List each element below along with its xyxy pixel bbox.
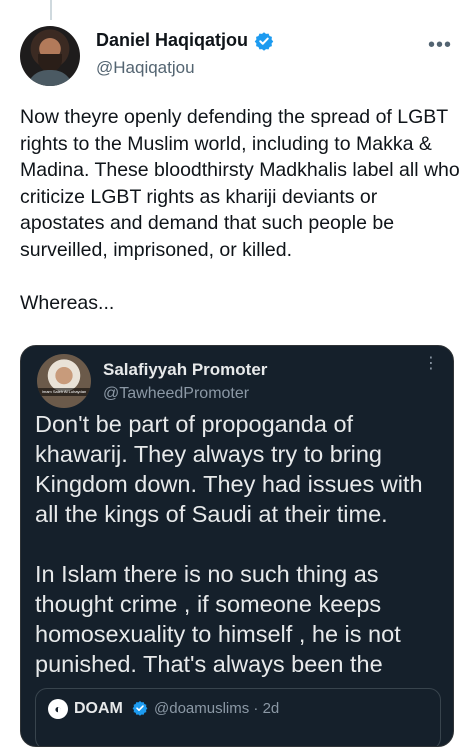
author-name-row: Daniel Haqiqatjou <box>96 30 274 51</box>
quoted-author-name[interactable]: Salafiyyah Promoter <box>103 360 267 380</box>
nested-author-avatar[interactable]: ◐ <box>48 699 68 719</box>
verified-badge-icon <box>254 31 274 51</box>
nested-quoted-tweet[interactable]: ◐ DOAM @doamuslims · 2d <box>35 688 441 746</box>
nested-verified-badge-icon <box>132 701 148 716</box>
author-display-name[interactable]: Daniel Haqiqatjou <box>96 30 248 51</box>
tweet-body-text: Now theyre openly defending the spread o… <box>20 106 460 314</box>
quoted-author-handle[interactable]: @TawheedPromoter <box>103 385 249 403</box>
author-handle[interactable]: @Haqiqatjou <box>96 58 195 78</box>
thread-connector-line <box>50 0 52 20</box>
author-avatar[interactable] <box>20 26 80 86</box>
nested-author-name[interactable]: DOAM <box>74 700 123 718</box>
quoted-avatar-caption: Imam Saleh Al Luhaydan <box>37 388 91 396</box>
more-options-icon[interactable]: ••• <box>428 34 452 57</box>
avatar-shoulders-shape <box>26 70 74 86</box>
quoted-author-avatar[interactable]: Imam Saleh Al Luhaydan <box>37 354 91 408</box>
tweet-header: Daniel Haqiqatjou @Haqiqatjou ••• <box>20 26 460 86</box>
quoted-tweet-card[interactable]: Imam Saleh Al Luhaydan Salafiyyah Promot… <box>20 345 454 747</box>
nested-author-handle[interactable]: @doamuslims · 2d <box>154 700 279 717</box>
quoted-more-options-icon[interactable]: ⋮ <box>423 356 439 372</box>
quoted-tweet-text: Don't be part of propoganda of khawarij.… <box>35 411 423 677</box>
